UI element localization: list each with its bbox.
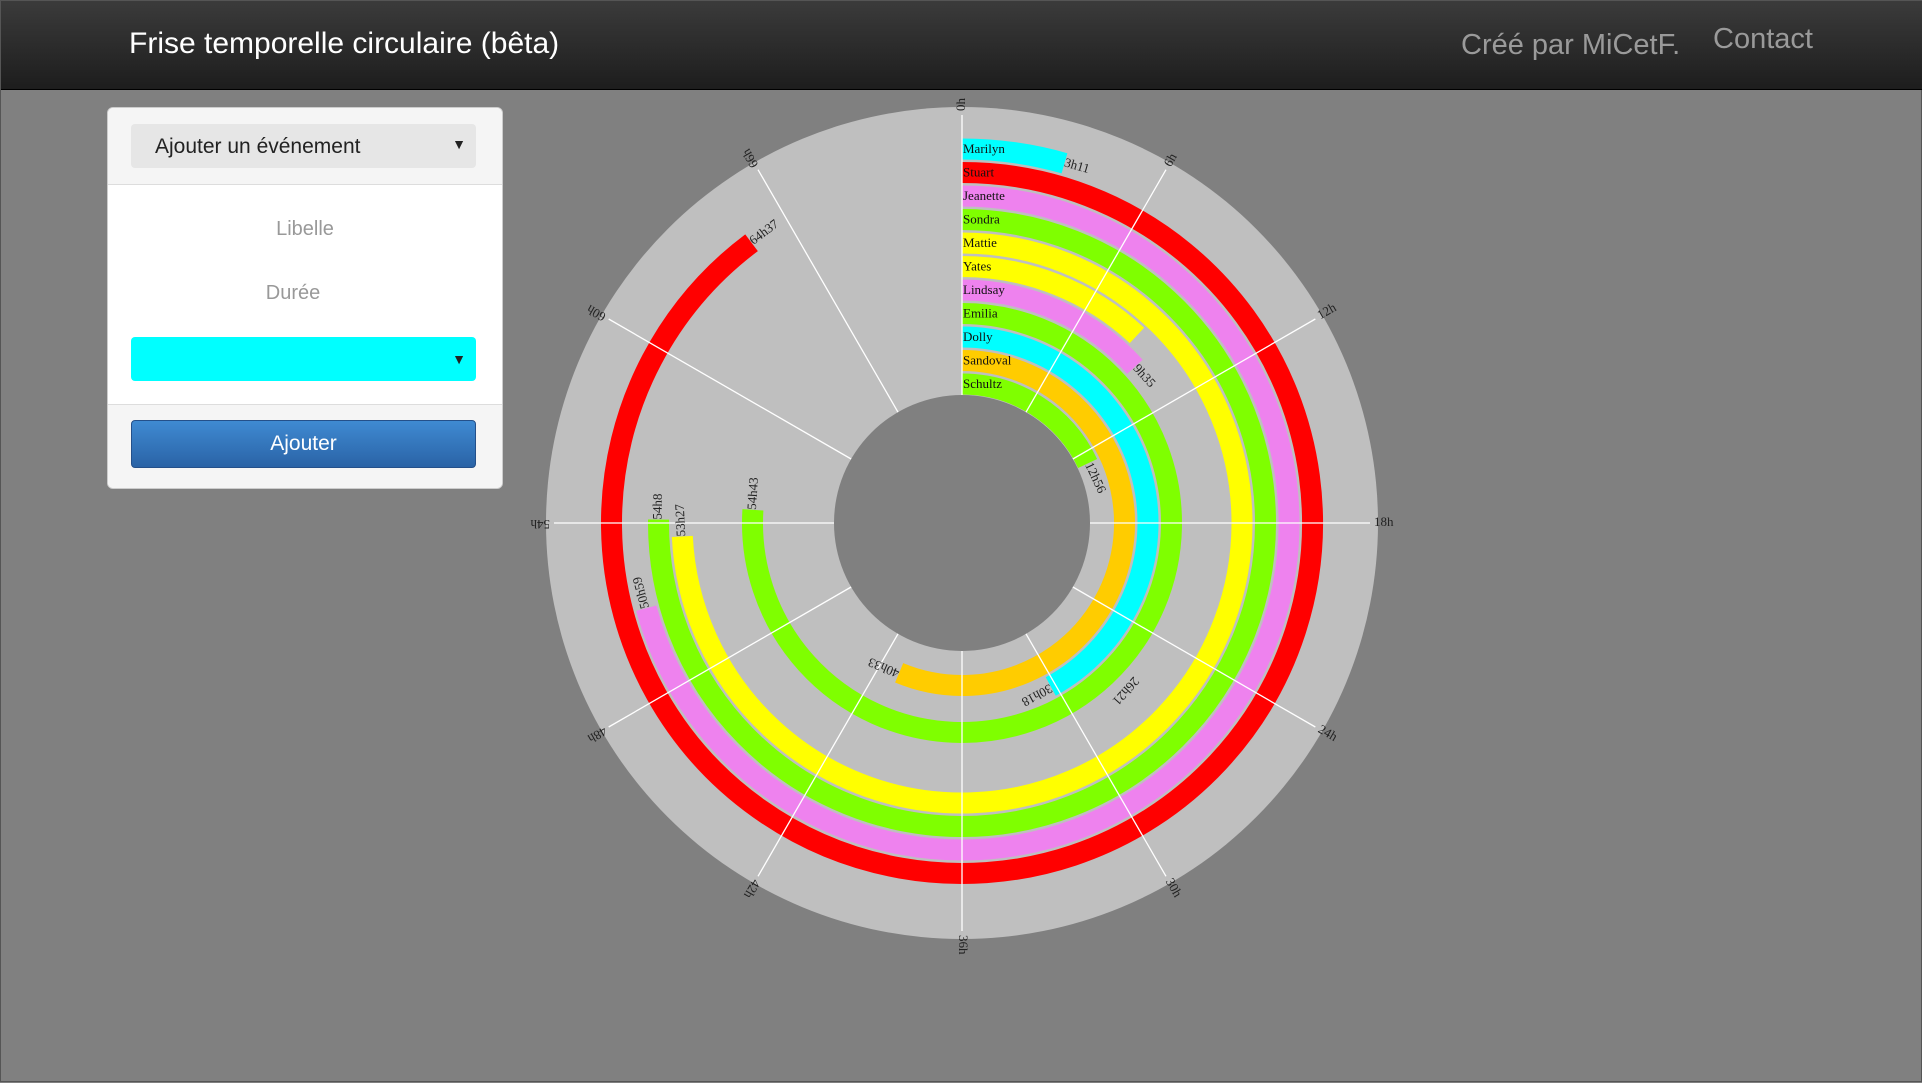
event-name-label: Mattie bbox=[963, 235, 997, 250]
circular-timeline-chart: 0h6h12h18h24h30h36h42h48h54h60h66h Marily… bbox=[530, 98, 1394, 956]
event-name-label: Lindsay bbox=[963, 282, 1005, 297]
hour-tick-label: 18h bbox=[1374, 514, 1394, 529]
chart-center-hole bbox=[834, 395, 1090, 651]
event-end-label: 53h27 bbox=[672, 503, 689, 537]
event-name-label: Marilyn bbox=[963, 141, 1005, 156]
hour-tick-label: 36h bbox=[956, 935, 971, 955]
event-end-label: 54h8 bbox=[650, 493, 665, 519]
event-name-label: Sandoval bbox=[963, 353, 1012, 368]
event-end-label: 54h43 bbox=[744, 477, 761, 510]
event-name-label: Sondra bbox=[963, 212, 1000, 227]
hour-tick-label: 0h bbox=[953, 98, 968, 112]
event-name-label: Yates bbox=[963, 259, 991, 274]
event-name-label: Schultz bbox=[963, 376, 1002, 391]
event-name-label: Dolly bbox=[963, 329, 993, 344]
hour-tick-label: 54h bbox=[530, 517, 550, 532]
event-name-label: Stuart bbox=[963, 165, 994, 180]
event-name-label: Emilia bbox=[963, 306, 998, 321]
event-name-label: Jeanette bbox=[963, 188, 1005, 203]
